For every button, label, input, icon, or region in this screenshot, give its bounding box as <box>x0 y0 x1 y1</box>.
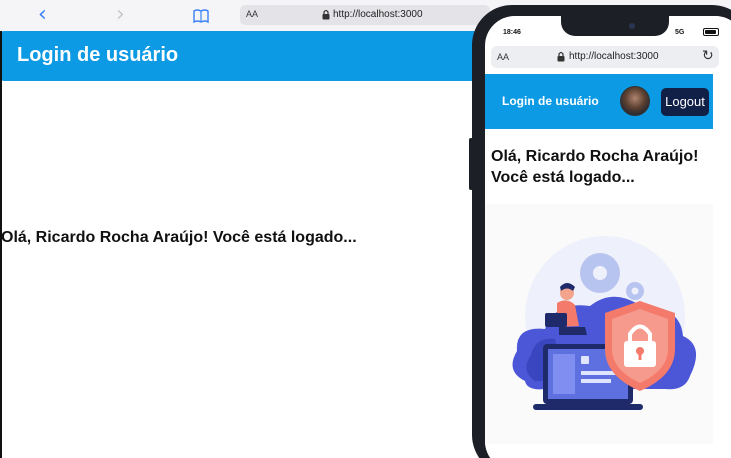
greeting-text: Olá, Ricardo Rocha Araújo! Você está log… <box>1 229 357 246</box>
network-indicator: 5G <box>675 29 685 36</box>
reload-icon[interactable]: ↻ <box>702 48 714 64</box>
phone-bottom-area <box>485 444 713 458</box>
url-text: http://localhost:3000 <box>569 51 659 62</box>
phone-app-header: Login de usuário Logout <box>485 74 713 129</box>
security-illustration <box>512 236 697 410</box>
text-size-button[interactable]: AA <box>246 9 258 19</box>
camera-icon <box>629 23 635 29</box>
text-size-button[interactable]: AA <box>497 52 509 62</box>
bookmarks-icon[interactable] <box>193 9 209 23</box>
page-title: Login de usuário <box>17 44 179 66</box>
url-text: http://localhost:3000 <box>333 9 423 20</box>
battery-icon <box>703 28 719 36</box>
status-bar: 18:46 5G <box>485 16 731 42</box>
phone-frame: 18:46 5G AA http://localhost:3000 ↻ Logi… <box>472 5 731 458</box>
address-bar[interactable]: AA http://localhost:3000 <box>240 5 490 25</box>
notch <box>561 16 669 36</box>
avatar[interactable] <box>620 86 650 116</box>
lock-icon <box>557 51 565 62</box>
window-edge <box>0 31 2 458</box>
phone-screen: 18:46 5G AA http://localhost:3000 ↻ Logi… <box>485 16 731 458</box>
forward-icon[interactable]: › <box>116 4 132 26</box>
phone-address-bar[interactable]: AA http://localhost:3000 ↻ <box>491 46 719 68</box>
back-icon[interactable]: ‹ <box>38 4 54 26</box>
greeting-text: Olá, Ricardo Rocha Araújo! Você está log… <box>491 148 699 186</box>
page-title: Login de usuário <box>502 94 599 108</box>
status-time: 18:46 <box>503 29 521 36</box>
logout-button[interactable]: Logout <box>661 88 709 116</box>
lock-icon <box>322 9 330 20</box>
